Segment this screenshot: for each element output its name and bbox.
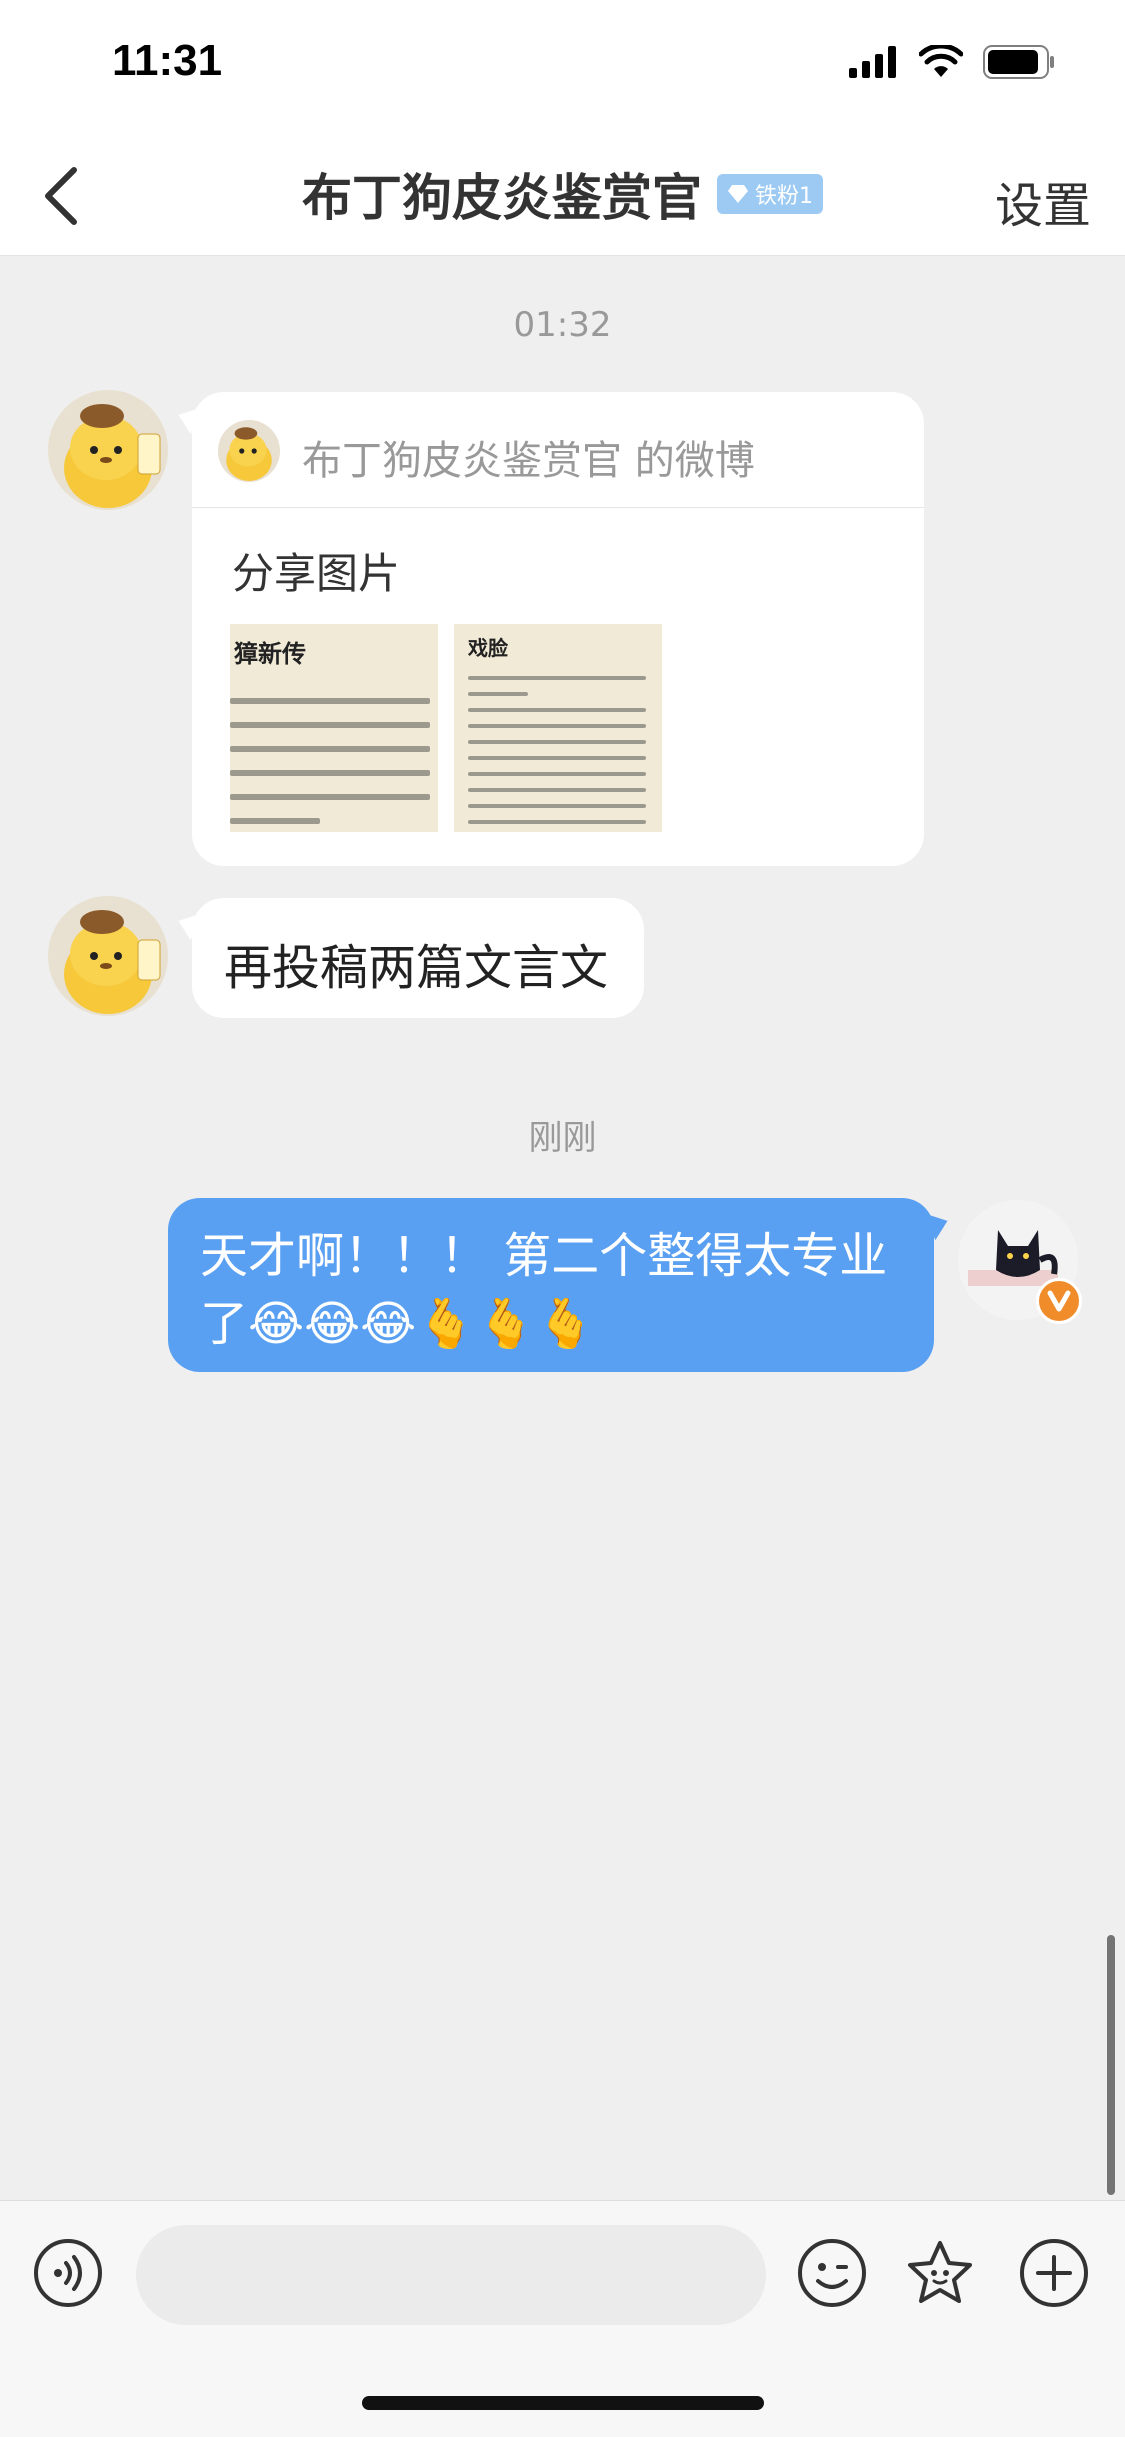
my-message-bubble[interactable]: 天才啊！！！ 第二个整得太专业了😂😂😂🫰🫰🫰 <box>168 1198 934 1372</box>
text-line <box>230 746 430 752</box>
battery-icon <box>983 45 1055 83</box>
voice-button[interactable] <box>32 2237 104 2309</box>
contact-avatar[interactable] <box>48 896 168 1016</box>
status-time: 11:31 <box>112 36 223 85</box>
my-message-text: 天才啊！！！ 第二个整得太专业了😂😂😂🫰🫰🫰 <box>200 1228 888 1352</box>
chat-title: 布丁狗皮炎鉴赏官 <box>301 169 702 227</box>
pompompurin-avatar-icon <box>48 896 168 1016</box>
fan-badge: 铁粉1 <box>717 174 824 214</box>
text-line <box>468 772 646 776</box>
text-line <box>230 698 430 704</box>
contact-avatar[interactable] <box>48 390 168 510</box>
text-line <box>468 724 646 728</box>
sticker-button[interactable] <box>904 2237 976 2309</box>
diamond-icon <box>728 185 749 203</box>
pompompurin-avatar-icon <box>218 420 280 482</box>
verified-badge-icon <box>1036 1278 1082 1324</box>
scrollbar[interactable] <box>1107 1935 1115 2195</box>
status-icons <box>849 43 1055 84</box>
text-line <box>468 820 646 824</box>
emoji-button[interactable] <box>796 2237 868 2309</box>
status-bar: 11:31 <box>0 0 1125 130</box>
plus-circle-icon <box>1020 2239 1088 2307</box>
more-button[interactable] <box>1018 2237 1090 2309</box>
thumb-title: 戏脸 <box>468 636 508 660</box>
message-bubble[interactable]: 再投稿两篇文言文 <box>192 898 644 1018</box>
smiley-icon <box>798 2239 866 2307</box>
message-text: 再投稿两篇文言文 <box>224 940 609 996</box>
fan-badge-label: 铁粉1 <box>755 184 814 209</box>
card-image-1[interactable]: 獐新传 <box>230 624 438 832</box>
thumb-title: 獐新传 <box>234 640 306 668</box>
title-group: 布丁狗皮炎鉴赏官 铁粉1 <box>0 158 1125 228</box>
card-image-2[interactable]: 戏脸 <box>454 624 662 832</box>
text-line <box>468 756 646 760</box>
text-line <box>468 740 646 744</box>
text-line <box>230 770 430 776</box>
text-line <box>230 818 320 824</box>
text-line <box>468 804 646 808</box>
card-author-avatar <box>218 420 280 482</box>
chat-header: 布丁狗皮炎鉴赏官 铁粉1 设置 <box>0 130 1125 256</box>
home-indicator <box>362 2396 764 2410</box>
weibo-share-card[interactable]: 布丁狗皮炎鉴赏官 的微博 分享图片 獐新传 戏脸 <box>192 392 924 866</box>
timestamp: 01:32 <box>513 305 612 345</box>
text-line <box>230 722 430 728</box>
signal-icon <box>849 46 899 82</box>
card-title: 分享图片 <box>232 549 401 598</box>
card-source: 布丁狗皮炎鉴赏官 的微博 <box>302 438 755 484</box>
text-line <box>468 788 646 792</box>
text-line <box>468 708 646 712</box>
text-line <box>230 794 430 800</box>
message-input[interactable] <box>136 2225 766 2325</box>
settings-button[interactable]: 设置 <box>995 166 1091 236</box>
timestamp: 刚刚 <box>528 1118 597 1158</box>
star-sticker-icon <box>908 2241 972 2303</box>
card-header: 布丁狗皮炎鉴赏官 的微博 <box>192 392 924 508</box>
text-line <box>468 692 528 696</box>
wifi-icon <box>918 43 964 83</box>
text-line <box>468 676 646 680</box>
pompompurin-avatar-icon <box>48 390 168 510</box>
voice-icon <box>34 2239 102 2307</box>
